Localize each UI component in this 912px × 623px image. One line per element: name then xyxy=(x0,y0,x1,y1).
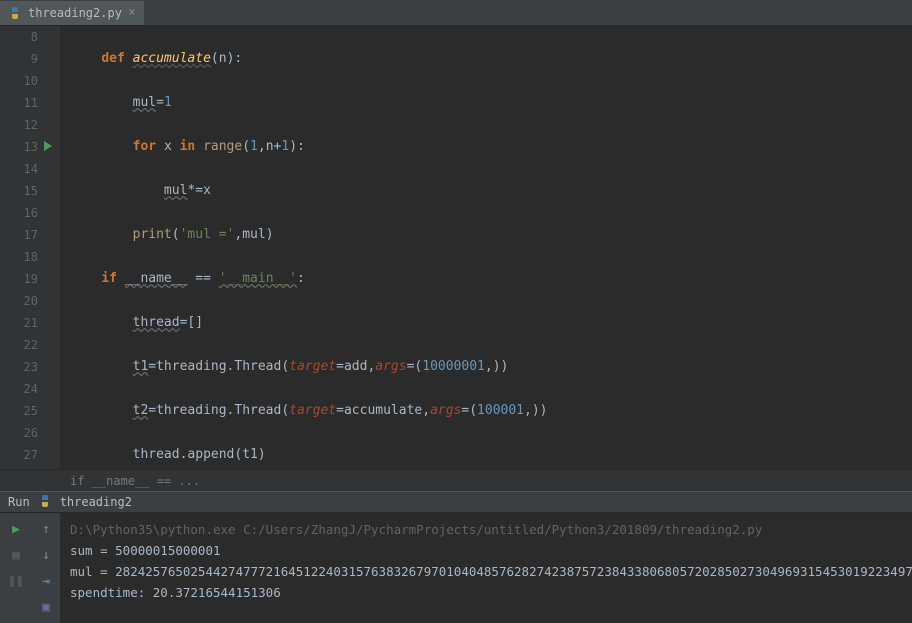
rerun-button[interactable]: ▶ xyxy=(2,517,30,541)
close-tab-icon[interactable]: × xyxy=(128,5,136,20)
tab-bar: threading2.py × xyxy=(0,0,912,26)
python-run-icon xyxy=(38,494,52,511)
python-file-icon xyxy=(8,6,22,20)
editor[interactable]: 8 9 10 11 12 13 14 15 16 17 18 19 20 21 … xyxy=(0,26,912,469)
pause-button[interactable]: ❚❚ xyxy=(2,569,30,593)
run-gutter-icon[interactable] xyxy=(44,141,52,151)
run-config-name[interactable]: threading2 xyxy=(60,495,132,509)
soft-wrap-button[interactable]: ⇥ xyxy=(32,569,60,593)
breadcrumb[interactable]: if __name__ == ... xyxy=(0,469,912,491)
run-output[interactable]: D:\Python35\python.exe C:/Users/ZhangJ/P… xyxy=(60,513,912,623)
line-number-gutter: 8 9 10 11 12 13 14 15 16 17 18 19 20 21 … xyxy=(0,26,46,469)
file-tab[interactable]: threading2.py × xyxy=(0,1,144,25)
stop-button[interactable]: ■ xyxy=(2,543,30,567)
run-toolbar: ▶ ↑ ■ ↓ ❚❚ ⇥ ▣ xyxy=(0,513,60,623)
code-area[interactable]: def accumulate(n): mul=1 for x in range(… xyxy=(60,26,912,469)
run-panel: Run threading2 ▶ ↑ ■ ↓ ❚❚ ⇥ ▣ D:\Python3… xyxy=(0,491,912,623)
tab-filename: threading2.py xyxy=(28,6,122,20)
print-button[interactable]: ▣ xyxy=(32,595,60,619)
gutter-marks xyxy=(46,26,60,469)
run-title: Run xyxy=(8,495,30,509)
close-run-button[interactable] xyxy=(2,595,30,619)
scroll-down-button[interactable]: ↓ xyxy=(32,543,60,567)
scroll-up-button[interactable]: ↑ xyxy=(32,517,60,541)
run-header: Run threading2 xyxy=(0,492,912,513)
